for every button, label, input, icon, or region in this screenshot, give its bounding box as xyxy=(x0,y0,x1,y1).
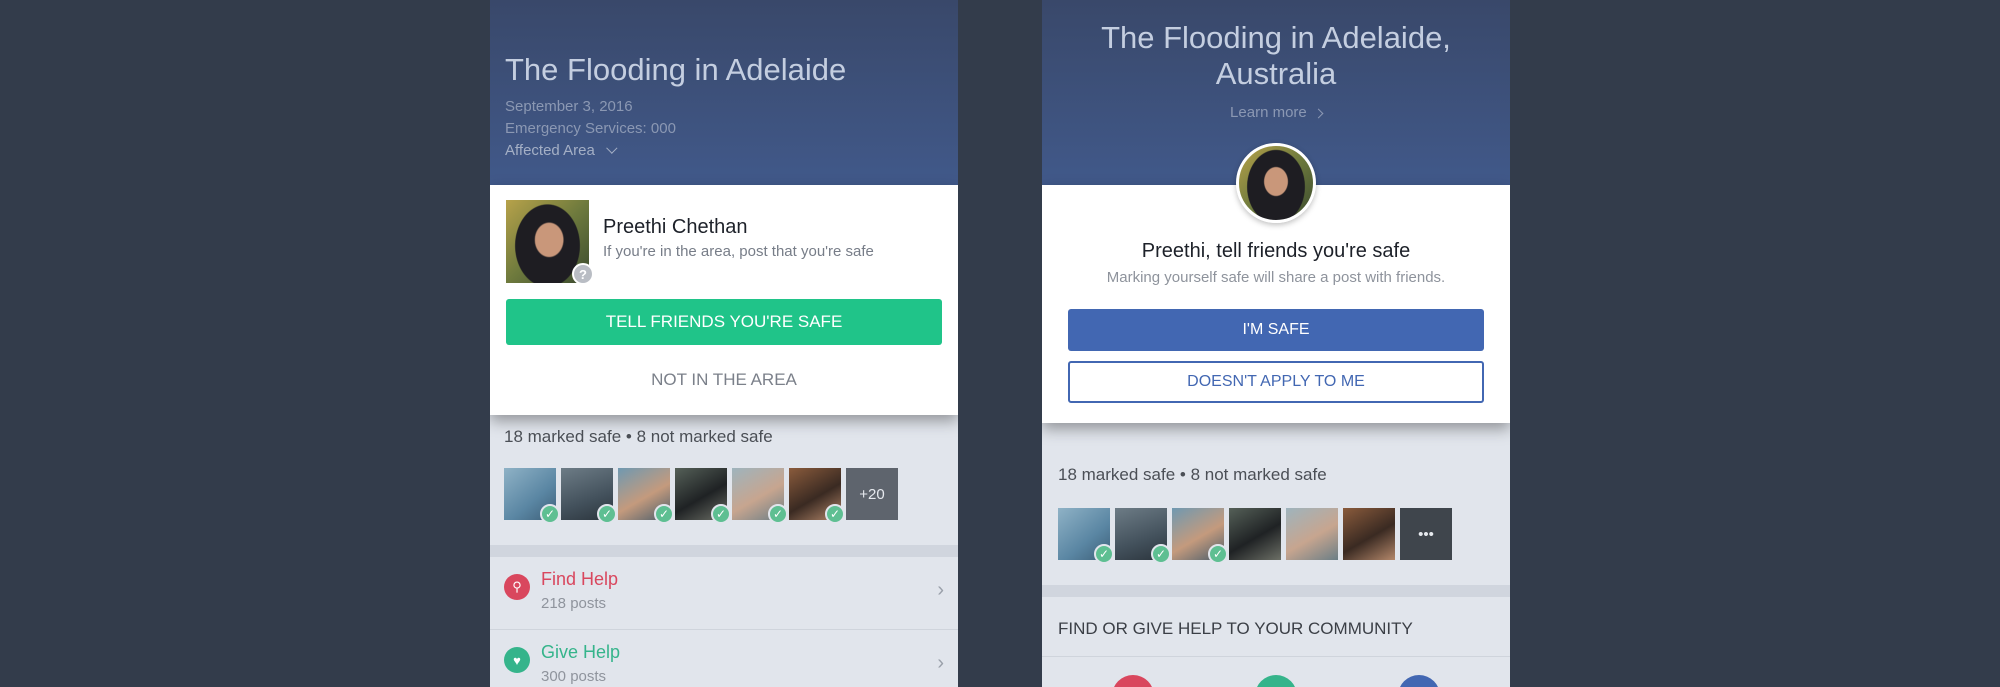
check-icon: ✓ xyxy=(654,504,674,524)
find-help-icon[interactable] xyxy=(1112,675,1154,687)
heart-icon: ♥ xyxy=(504,647,530,673)
find-help-label: Find Help xyxy=(541,569,619,589)
find-help-row[interactable]: ⚲ Find Help 218 posts › xyxy=(490,557,958,630)
more-friends-button[interactable]: ••• xyxy=(1400,508,1452,560)
friend-avatar[interactable] xyxy=(1286,508,1338,560)
friend-avatar[interactable]: ✓ xyxy=(789,468,845,524)
chevron-down-icon xyxy=(606,142,618,154)
friend-avatar[interactable]: ✓ xyxy=(504,468,560,524)
friend-avatar[interactable]: ✓ xyxy=(1115,508,1171,564)
safety-check-card: ? Preethi Chethan If you're in the area,… xyxy=(490,185,958,415)
learn-more-link[interactable]: Learn more xyxy=(1042,104,1510,121)
friend-avatar[interactable]: ✓ xyxy=(1172,508,1228,564)
friend-avatar[interactable] xyxy=(1229,508,1281,560)
not-in-area-button[interactable]: NOT IN THE AREA xyxy=(490,370,958,390)
card-subtitle: Marking yourself safe will share a post … xyxy=(1106,269,1446,286)
check-icon: ✓ xyxy=(825,504,845,524)
friend-avatar[interactable]: ✓ xyxy=(618,468,674,524)
question-badge-icon: ? xyxy=(572,263,594,285)
check-icon: ✓ xyxy=(1094,544,1114,564)
check-icon: ✓ xyxy=(1208,544,1228,564)
more-friends-button[interactable]: +20 xyxy=(846,468,898,520)
safety-stats: 18 marked safe • 8 not marked safe ✓ ✓ ✓… xyxy=(1042,423,1510,585)
safety-check-screen-left: The Flooding in Adelaide September 3, 20… xyxy=(490,0,958,687)
check-icon: ✓ xyxy=(711,504,731,524)
affected-area-toggle[interactable]: Affected Area xyxy=(505,142,618,159)
divider xyxy=(490,545,958,557)
event-date: September 3, 2016 xyxy=(505,98,633,115)
check-icon: ✓ xyxy=(597,504,617,524)
chevron-right-icon xyxy=(1313,108,1324,119)
give-help-icon[interactable] xyxy=(1255,675,1297,687)
check-icon: ✓ xyxy=(768,504,788,524)
friend-avatar[interactable]: ✓ xyxy=(561,468,617,524)
safety-counts: 18 marked safe • 8 not marked safe xyxy=(504,427,773,446)
doesnt-apply-button[interactable]: DOESN'T APPLY TO ME xyxy=(1068,361,1484,403)
user-name: Preethi Chethan xyxy=(603,216,748,238)
friend-avatar[interactable]: ✓ xyxy=(675,468,731,524)
check-icon: ✓ xyxy=(1151,544,1171,564)
safety-stats: 18 marked safe • 8 not marked safe ✓ ✓ ✓… xyxy=(490,415,958,545)
learn-more-label: Learn more xyxy=(1230,104,1307,121)
give-help-row[interactable]: ♥ Give Help 300 posts › xyxy=(490,630,958,687)
tell-friends-safe-button[interactable]: TELL FRIENDS YOU'RE SAFE xyxy=(506,299,942,345)
chevron-right-icon: › xyxy=(937,652,944,674)
divider xyxy=(1042,656,1510,657)
event-title: The Flooding in Adelaide, Australia xyxy=(1042,20,1510,92)
event-header: The Flooding in Adelaide September 3, 20… xyxy=(490,0,958,185)
event-title-line1: The Flooding in Adelaide, xyxy=(1101,20,1451,55)
affected-area-label: Affected Area xyxy=(505,142,595,159)
give-help-label: Give Help xyxy=(541,642,621,662)
divider xyxy=(1042,585,1510,597)
share-icon[interactable] xyxy=(1398,675,1440,687)
event-title-line2: Australia xyxy=(1215,56,1337,91)
emergency-services: Emergency Services: 000 xyxy=(505,120,676,137)
chevron-right-icon: › xyxy=(937,579,944,601)
search-icon: ⚲ xyxy=(504,574,530,600)
card-subtitle: If you're in the area, post that you're … xyxy=(603,243,874,260)
community-heading: FIND OR GIVE HELP TO YOUR COMMUNITY xyxy=(1058,619,1413,638)
check-icon: ✓ xyxy=(540,504,560,524)
safety-counts: 18 marked safe • 8 not marked safe xyxy=(1058,465,1327,484)
safety-check-screen-right: The Flooding in Adelaide, Australia Lear… xyxy=(1042,0,1510,687)
give-help-count: 300 posts xyxy=(541,668,607,685)
friend-avatar[interactable] xyxy=(1343,508,1395,560)
find-help-count: 218 posts xyxy=(541,595,607,612)
profile-photo xyxy=(1236,143,1316,223)
friend-avatar[interactable]: ✓ xyxy=(1058,508,1114,564)
community-section: FIND OR GIVE HELP TO YOUR COMMUNITY xyxy=(1042,597,1510,687)
card-headline: Preethi, tell friends you're safe xyxy=(1141,240,1411,262)
im-safe-button[interactable]: I'M SAFE xyxy=(1068,309,1484,351)
friend-avatar[interactable]: ✓ xyxy=(732,468,788,524)
event-title: The Flooding in Adelaide xyxy=(505,52,847,87)
